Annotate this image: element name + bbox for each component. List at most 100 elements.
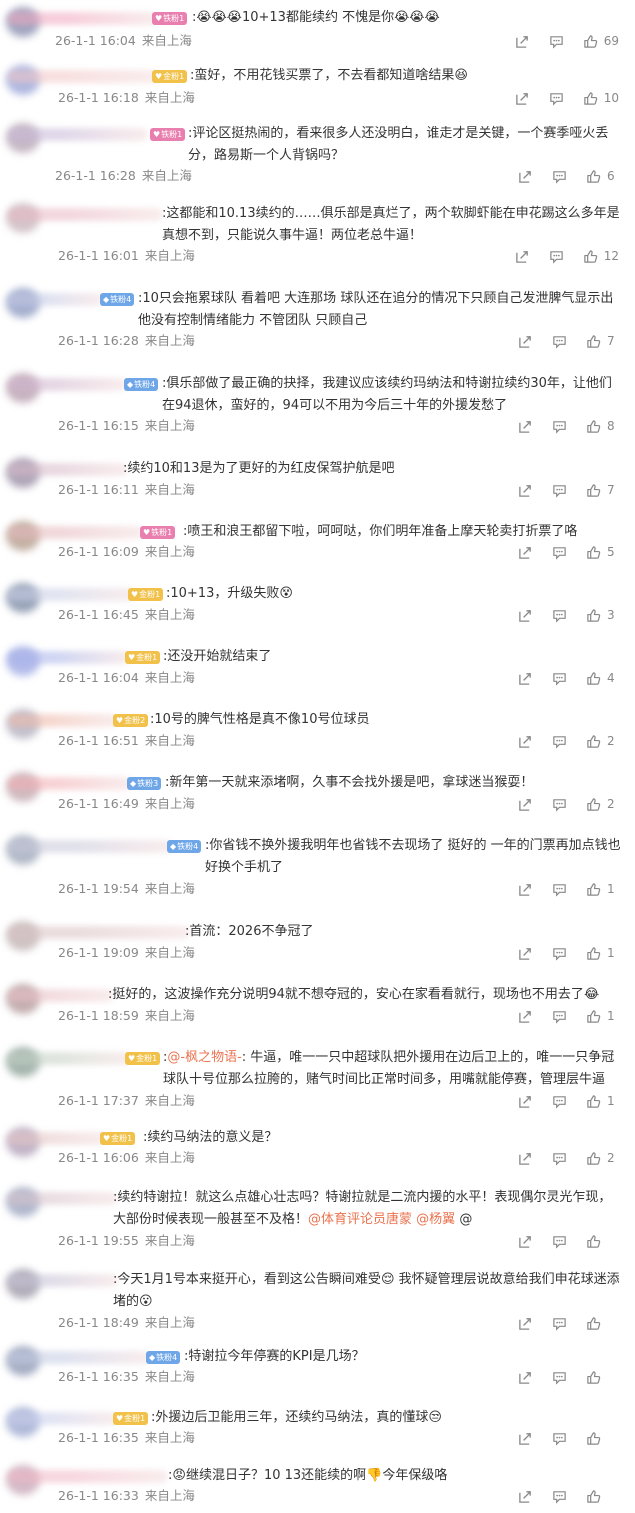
thumbs-up-icon[interactable] [586,734,601,748]
thumbs-up-icon[interactable] [586,882,601,896]
comment-icon[interactable] [552,169,567,184]
username[interactable] [8,293,103,306]
share-icon[interactable] [518,545,533,559]
share-icon[interactable] [518,734,533,748]
share-icon[interactable] [518,483,533,497]
username[interactable] [8,1351,150,1364]
thumbs-up-icon[interactable] [583,91,598,105]
thumbs-up-icon[interactable] [586,483,601,497]
share-icon[interactable] [518,1489,533,1503]
share-icon[interactable] [518,1370,533,1384]
thumbs-up-icon[interactable] [586,169,601,183]
comment-text-part: @ [455,1212,473,1227]
comment-icon[interactable] [549,91,564,106]
username[interactable] [8,1274,118,1287]
share-icon[interactable] [518,1431,533,1445]
comment-icon[interactable] [552,1431,567,1446]
username[interactable] [8,989,114,1002]
username[interactable] [8,526,143,539]
fan-badge-label: 铁粉4 [134,380,156,389]
comment-icon[interactable] [549,249,564,264]
share-icon[interactable] [518,1316,533,1330]
thumbs-up-icon[interactable] [586,608,601,622]
comment-icon[interactable] [552,1489,567,1504]
username[interactable] [8,70,158,83]
thumbs-up-icon[interactable] [586,1431,601,1445]
share-icon[interactable] [518,1094,533,1108]
mention-link[interactable]: @杨翼 [416,1212,455,1227]
comment-icon[interactable] [552,334,567,349]
comment-icon[interactable] [552,882,567,897]
username[interactable] [8,1132,106,1145]
thumbs-up-icon[interactable] [586,1151,601,1165]
username[interactable] [8,1192,118,1205]
thumbs-up-icon[interactable] [586,797,601,811]
comment-icon[interactable] [552,1234,567,1249]
thumbs-up-icon[interactable] [586,545,601,559]
share-icon[interactable] [518,946,533,960]
thumbs-up-icon[interactable] [586,1009,601,1023]
share-icon[interactable] [518,334,533,348]
comment-actions: 8 [499,417,619,435]
username[interactable] [8,1052,130,1065]
like-count: 2 [607,1151,615,1165]
share-icon[interactable] [518,1234,533,1248]
thumbs-up-icon[interactable] [586,1094,601,1108]
username[interactable] [8,1470,168,1483]
username[interactable] [8,463,128,476]
comment-icon[interactable] [552,608,567,623]
comment-text-part: :新年第一天就来添堵啊，久事不会找外援是吧，拿球迷当猴耍！ [165,775,534,790]
username[interactable] [8,588,136,601]
thumbs-up-icon[interactable] [586,1489,601,1503]
username[interactable] [8,378,126,391]
share-icon[interactable] [518,797,533,811]
username[interactable] [8,714,118,727]
thumbs-up-icon[interactable] [586,671,601,685]
comment-location: 来自上海 [144,248,195,263]
username[interactable] [8,208,163,221]
comment-icon[interactable] [552,797,567,812]
like-count: 1 [607,1094,615,1108]
comment-icon[interactable] [552,946,567,961]
thumbs-up-icon[interactable] [586,1234,601,1248]
comment-icon[interactable] [552,545,567,560]
comment-location: 来自上海 [144,670,195,685]
thumbs-up-icon[interactable] [583,249,598,263]
thumbs-up-icon[interactable] [586,419,601,433]
share-icon[interactable] [518,169,533,183]
comment-icon[interactable] [552,671,567,686]
comment-icon[interactable] [552,1316,567,1331]
share-icon[interactable] [518,1009,533,1023]
username[interactable] [8,128,148,141]
username[interactable] [8,12,158,25]
thumbs-up-icon[interactable] [586,334,601,348]
username[interactable] [8,1412,118,1425]
comment-icon[interactable] [552,734,567,749]
comment-icon[interactable] [552,1009,567,1024]
thumbs-up-icon[interactable] [583,34,598,48]
comment-icon[interactable] [552,1370,567,1385]
thumbs-up-icon[interactable] [586,1370,601,1384]
username[interactable] [8,840,172,853]
mention-link[interactable]: @-枫之物语- [167,1050,241,1065]
share-icon[interactable] [515,91,530,105]
comment-icon[interactable] [552,483,567,498]
share-icon[interactable] [515,34,530,48]
username[interactable] [8,777,133,790]
mention-link[interactable]: @体育评论员唐蒙 [308,1212,412,1227]
thumbs-up-icon[interactable] [586,1316,601,1330]
share-icon[interactable] [518,1151,533,1165]
share-icon[interactable] [518,419,533,433]
username[interactable] [8,651,130,664]
comment-icon[interactable] [549,34,564,49]
comment-icon[interactable] [552,1094,567,1109]
share-icon[interactable] [518,882,533,896]
comment-icon[interactable] [552,419,567,434]
share-icon[interactable] [518,671,533,685]
comment-meta: 26-1-1 17:37 来自上海 [58,1093,195,1109]
thumbs-up-icon[interactable] [586,946,601,960]
share-icon[interactable] [515,249,530,263]
comment-icon[interactable] [552,1151,567,1166]
username[interactable] [8,926,190,939]
share-icon[interactable] [518,608,533,622]
